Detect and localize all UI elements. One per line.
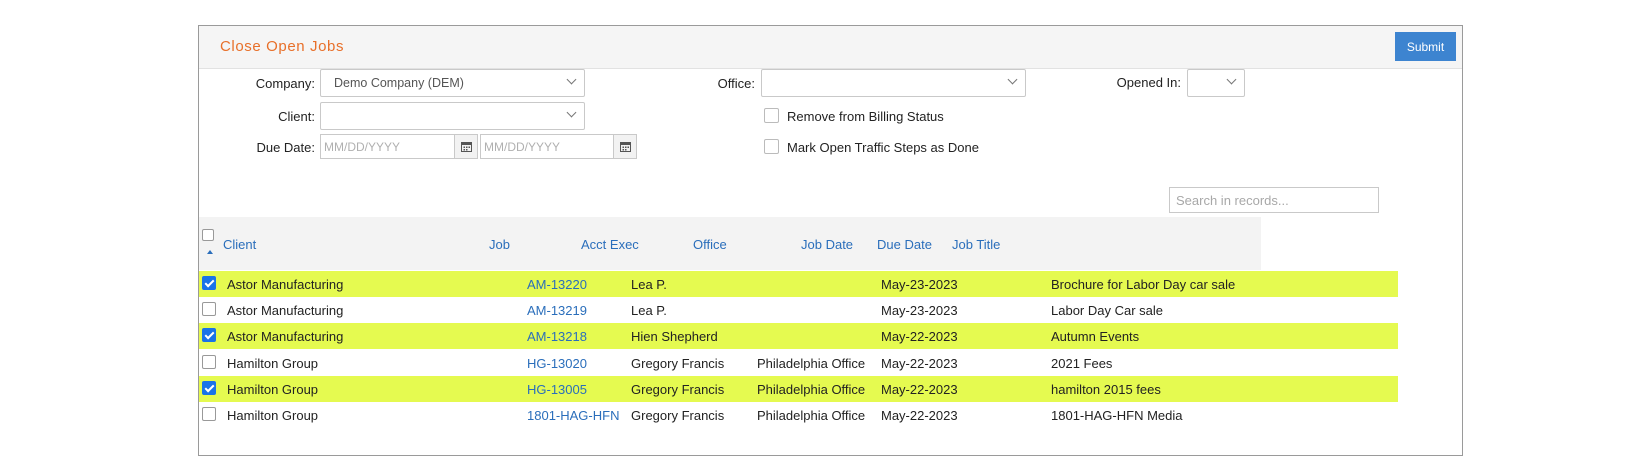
calendar-icon: [620, 142, 631, 152]
mark-traffic-steps-done-label: Mark Open Traffic Steps as Done: [787, 140, 979, 155]
opened-in-select[interactable]: [1187, 69, 1245, 97]
row-job-link[interactable]: HG-13005: [527, 382, 587, 397]
row-client: Hamilton Group: [227, 408, 319, 423]
row-due-date: May-22-2023: [881, 329, 958, 344]
row-due-date: May-22-2023: [881, 382, 958, 397]
row-job-title: Brochure for Labor Day car sale: [1051, 277, 1236, 292]
row-client: Hamilton Group: [227, 356, 319, 371]
row-acct-exec: Lea P.: [631, 303, 667, 318]
row-job-title: hamilton 2015 fees: [1051, 382, 1161, 397]
row-client: Astor Manufacturing: [227, 303, 344, 318]
row-checkbox[interactable]: [202, 328, 216, 342]
table-row[interactable]: Hamilton Group HG-13005 Gregory Francis …: [199, 376, 1398, 402]
row-checkbox[interactable]: [202, 407, 216, 421]
select-all-checkbox[interactable]: [202, 229, 214, 241]
chevron-down-icon: [566, 74, 577, 85]
chevron-down-icon: [1226, 74, 1237, 85]
row-checkbox[interactable]: [202, 381, 216, 395]
row-acct-exec: Lea P.: [631, 277, 667, 292]
column-header-office[interactable]: Office: [693, 237, 727, 252]
row-checkbox[interactable]: [202, 355, 216, 369]
row-job-title: Labor Day Car sale: [1051, 303, 1163, 318]
company-label: Company:: [255, 76, 315, 91]
row-office: Philadelphia Office: [757, 382, 866, 397]
row-office: Philadelphia Office: [757, 356, 866, 371]
table-header: Client Job Acct Exec Office Job Date Due…: [199, 217, 1261, 270]
row-office: Philadelphia Office: [757, 408, 866, 423]
row-client: Hamilton Group: [227, 382, 319, 397]
column-header-due-date[interactable]: Due Date: [877, 237, 932, 252]
panel-title: Close Open Jobs: [220, 38, 345, 55]
row-checkbox[interactable]: [202, 276, 216, 290]
table-row[interactable]: Hamilton Group HG-13020 Gregory Francis …: [199, 350, 1398, 376]
client-label: Client:: [278, 109, 315, 124]
search-records-input[interactable]: [1169, 187, 1379, 213]
row-client: Astor Manufacturing: [227, 329, 344, 344]
due-date-to-calendar-button[interactable]: [613, 134, 637, 159]
chevron-down-icon: [1007, 74, 1018, 85]
column-header-job-title[interactable]: Job Title: [952, 237, 1000, 252]
row-acct-exec: Gregory Francis: [631, 408, 725, 423]
opened-in-label: Opened In:: [1116, 75, 1181, 90]
remove-from-billing-label: Remove from Billing Status: [787, 109, 944, 124]
calendar-icon: [461, 142, 472, 152]
row-due-date: May-23-2023: [881, 303, 958, 318]
row-job-link[interactable]: AM-13218: [527, 329, 587, 344]
row-job-link[interactable]: AM-13219: [527, 303, 587, 318]
row-job-link[interactable]: 1801-HAG-HFN: [527, 408, 619, 423]
company-select-value: Demo Company (DEM): [334, 76, 464, 90]
table-row[interactable]: Astor Manufacturing AM-13218 Hien Shephe…: [199, 323, 1398, 349]
table-row[interactable]: Astor Manufacturing AM-13219 Lea P. May-…: [199, 297, 1398, 323]
row-client: Astor Manufacturing: [227, 277, 344, 292]
company-select[interactable]: Demo Company (DEM): [320, 69, 585, 97]
column-header-job-date[interactable]: Job Date: [801, 237, 853, 252]
column-header-client[interactable]: Client: [223, 237, 256, 252]
row-acct-exec: Gregory Francis: [631, 356, 725, 371]
due-date-to-input[interactable]: [480, 134, 614, 159]
table-row[interactable]: Hamilton Group 1801-HAG-HFN Gregory Fran…: [199, 402, 1398, 428]
row-due-date: May-23-2023: [881, 277, 958, 292]
row-acct-exec: Hien Shepherd: [631, 329, 718, 344]
row-acct-exec: Gregory Francis: [631, 382, 725, 397]
office-select[interactable]: [761, 69, 1026, 97]
office-label: Office:: [717, 76, 755, 91]
due-date-from-input[interactable]: [320, 134, 455, 159]
submit-button[interactable]: Submit: [1395, 32, 1456, 61]
table-row[interactable]: Astor Manufacturing AM-13220 Lea P. May-…: [199, 271, 1398, 297]
close-open-jobs-panel: Close Open Jobs Submit Company: Demo Com…: [198, 25, 1463, 456]
remove-from-billing-checkbox[interactable]: [764, 108, 779, 123]
row-job-link[interactable]: AM-13220: [527, 277, 587, 292]
row-job-title: 2021 Fees: [1051, 356, 1113, 371]
column-header-job[interactable]: Job: [489, 237, 510, 252]
due-date-from-calendar-button[interactable]: [454, 134, 478, 159]
row-job-link[interactable]: HG-13020: [527, 356, 587, 371]
client-select[interactable]: [320, 102, 585, 130]
row-checkbox[interactable]: [202, 302, 216, 316]
row-job-title: 1801-HAG-HFN Media: [1051, 408, 1183, 423]
panel-header: Close Open Jobs Submit: [199, 26, 1462, 69]
due-date-label: Due Date:: [256, 140, 315, 155]
row-job-title: Autumn Events: [1051, 329, 1140, 344]
sort-asc-icon: [207, 250, 213, 254]
mark-traffic-steps-done-checkbox[interactable]: [764, 139, 779, 154]
row-due-date: May-22-2023: [881, 356, 958, 371]
row-due-date: May-22-2023: [881, 408, 958, 423]
column-header-acct-exec[interactable]: Acct Exec: [581, 237, 639, 252]
chevron-down-icon: [566, 107, 577, 118]
